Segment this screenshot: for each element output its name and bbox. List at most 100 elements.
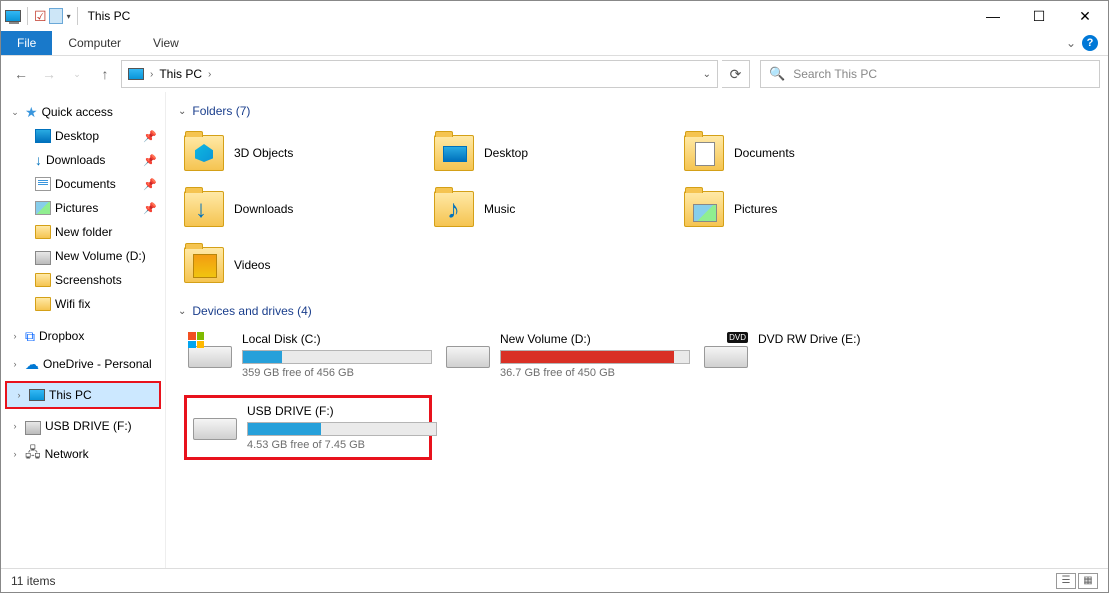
search-box[interactable]: 🔍 Search This PC xyxy=(760,60,1100,88)
folder-icon xyxy=(184,191,224,227)
tree-item-pictures[interactable]: Pictures 📌 xyxy=(1,196,165,220)
tree-item-documents[interactable]: Documents 📌 xyxy=(1,172,165,196)
refresh-button[interactable]: ⟳ xyxy=(722,60,750,88)
tree-label: Quick access xyxy=(42,105,113,119)
tree-dropbox[interactable]: › ⧉ Dropbox xyxy=(1,324,165,348)
tree-label: Wifi fix xyxy=(55,297,90,311)
back-button[interactable]: ← xyxy=(9,62,33,86)
chevron-down-icon[interactable]: ⌄ xyxy=(9,107,21,118)
quick-access-toolbar: ☑ ▾ xyxy=(5,7,71,25)
tree-label: Screenshots xyxy=(55,273,122,287)
tree-item-newvolume[interactable]: New Volume (D:) xyxy=(1,244,165,268)
close-button[interactable]: ✕ xyxy=(1062,1,1108,31)
tree-network[interactable]: › 🖧 Network xyxy=(1,442,165,466)
folder-icon xyxy=(684,191,724,227)
drive-item[interactable]: New Volume (D:) 36.7 GB free of 450 GB xyxy=(442,328,690,383)
maximize-button[interactable]: ☐ xyxy=(1016,1,1062,31)
drive-capacity-bar xyxy=(242,350,432,364)
chevron-down-icon[interactable]: ⌄ xyxy=(178,306,186,317)
drive-item[interactable]: DVD DVD RW Drive (E:) xyxy=(700,328,948,383)
recent-dropdown-icon[interactable]: ⌄ xyxy=(65,62,89,86)
tree-label: USB DRIVE (F:) xyxy=(45,419,132,433)
tab-view[interactable]: View xyxy=(137,31,195,55)
group-header-label: Folders (7) xyxy=(192,104,250,118)
drive-name: DVD RW Drive (E:) xyxy=(758,332,944,346)
drive-icon xyxy=(188,332,232,368)
view-details-button[interactable]: ☰ xyxy=(1056,573,1076,589)
tree-item-screenshots[interactable]: Screenshots xyxy=(1,268,165,292)
network-icon: 🖧 xyxy=(25,442,41,466)
tree-label: Dropbox xyxy=(39,329,84,343)
tree-label: Desktop xyxy=(55,129,99,143)
folder-icon xyxy=(434,135,474,171)
usb-drive-icon xyxy=(25,421,41,435)
tree-item-downloads[interactable]: ↓ Downloads 📌 xyxy=(1,148,165,172)
windows-logo-icon xyxy=(188,332,204,348)
qat-dropdown-icon[interactable]: ▾ xyxy=(67,12,71,21)
address-bar[interactable]: › This PC › ⌄ xyxy=(121,60,718,88)
tree-thispc-highlight: › This PC xyxy=(5,381,161,409)
group-header-folders[interactable]: ⌄ Folders (7) xyxy=(176,104,1098,118)
folder-item[interactable]: Desktop xyxy=(434,128,674,178)
chevron-down-icon[interactable]: ⌄ xyxy=(178,106,186,117)
tree-item-newfolder[interactable]: New folder xyxy=(1,220,165,244)
drive-capacity-bar xyxy=(247,422,437,436)
help-icon[interactable]: ? xyxy=(1082,35,1098,51)
group-header-drives[interactable]: ⌄ Devices and drives (4) xyxy=(176,304,1098,318)
up-button[interactable]: ↑ xyxy=(93,62,117,86)
ribbon-expand-icon[interactable]: ⌄ xyxy=(1066,36,1076,50)
tab-computer[interactable]: Computer xyxy=(52,31,137,55)
chevron-right-icon[interactable]: › xyxy=(9,331,21,341)
content-pane: ⌄ Folders (7) 3D Objects Desktop Documen… xyxy=(166,92,1108,568)
chevron-right-icon[interactable]: › xyxy=(9,449,21,459)
pin-icon: 📌 xyxy=(143,178,157,191)
qat-item-icon[interactable] xyxy=(49,8,63,24)
navigation-pane: ⌄ ★ Quick access Desktop 📌 ↓ Downloads 📌… xyxy=(1,92,166,568)
this-pc-icon xyxy=(29,389,45,401)
drive-item[interactable]: Local Disk (C:) 359 GB free of 456 GB xyxy=(184,328,432,383)
tree-item-wififix[interactable]: Wifi fix xyxy=(1,292,165,316)
chevron-right-icon[interactable]: › xyxy=(9,359,21,369)
folder-item[interactable]: Pictures xyxy=(684,184,924,234)
tab-file[interactable]: File xyxy=(1,31,52,55)
minimize-button[interactable]: — xyxy=(970,1,1016,31)
forward-button[interactable]: → xyxy=(37,62,61,86)
folder-item[interactable]: Videos xyxy=(184,240,424,290)
tree-label: Downloads xyxy=(46,153,105,167)
tree-onedrive[interactable]: › ☁ OneDrive - Personal xyxy=(1,352,165,376)
breadcrumb-location[interactable]: This PC xyxy=(159,67,202,81)
folder-label: Videos xyxy=(234,258,270,272)
view-tiles-button[interactable]: ▦ xyxy=(1078,573,1098,589)
onedrive-icon: ☁ xyxy=(25,356,39,373)
tree-quick-access[interactable]: ⌄ ★ Quick access xyxy=(1,100,165,124)
folder-item[interactable]: Music xyxy=(434,184,674,234)
dvd-badge-icon: DVD xyxy=(727,332,748,343)
qat-properties-icon[interactable]: ☑ xyxy=(34,8,47,25)
tree-label: New Volume (D:) xyxy=(55,249,146,263)
tree-label: This PC xyxy=(49,388,92,402)
search-placeholder: Search This PC xyxy=(793,67,877,81)
tree-usbdrive[interactable]: › USB DRIVE (F:) xyxy=(1,414,165,438)
chevron-right-icon[interactable]: › xyxy=(13,390,25,400)
folder-item[interactable]: Downloads xyxy=(184,184,424,234)
pictures-icon xyxy=(35,201,51,215)
tree-item-desktop[interactable]: Desktop 📌 xyxy=(1,124,165,148)
dropbox-icon: ⧉ xyxy=(25,328,35,345)
tree-thispc[interactable]: › This PC xyxy=(7,383,159,407)
folder-item[interactable]: 3D Objects xyxy=(184,128,424,178)
folder-icon xyxy=(35,273,51,287)
chevron-right-icon[interactable]: › xyxy=(9,421,21,431)
folder-icon xyxy=(35,225,51,239)
folder-icon xyxy=(684,135,724,171)
chevron-right-icon[interactable]: › xyxy=(208,69,211,80)
ribbon-tabs: File Computer View ⌄ ? xyxy=(1,31,1108,56)
desktop-icon xyxy=(35,129,51,143)
chevron-right-icon[interactable]: › xyxy=(150,69,153,80)
address-dropdown-icon[interactable]: ⌄ xyxy=(703,69,711,80)
location-pc-icon xyxy=(128,68,144,80)
pin-icon: 📌 xyxy=(143,154,157,167)
status-bar: 11 items ☰ ▦ xyxy=(1,568,1108,592)
drive-item[interactable]: USB DRIVE (F:) 4.53 GB free of 7.45 GB xyxy=(184,395,432,460)
folder-item[interactable]: Documents xyxy=(684,128,924,178)
drive-icon xyxy=(193,404,237,440)
